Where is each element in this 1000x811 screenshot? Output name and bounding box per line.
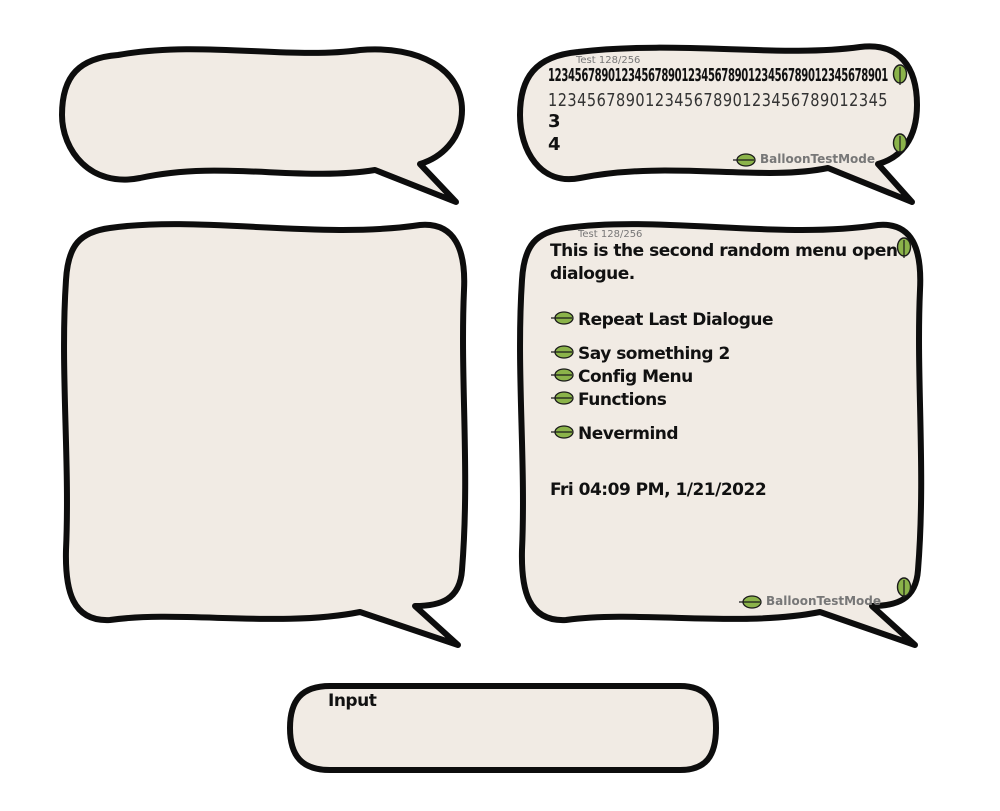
input-field[interactable] xyxy=(310,712,700,760)
input-label: Input xyxy=(328,691,377,711)
input-balloon-shape xyxy=(287,683,719,773)
